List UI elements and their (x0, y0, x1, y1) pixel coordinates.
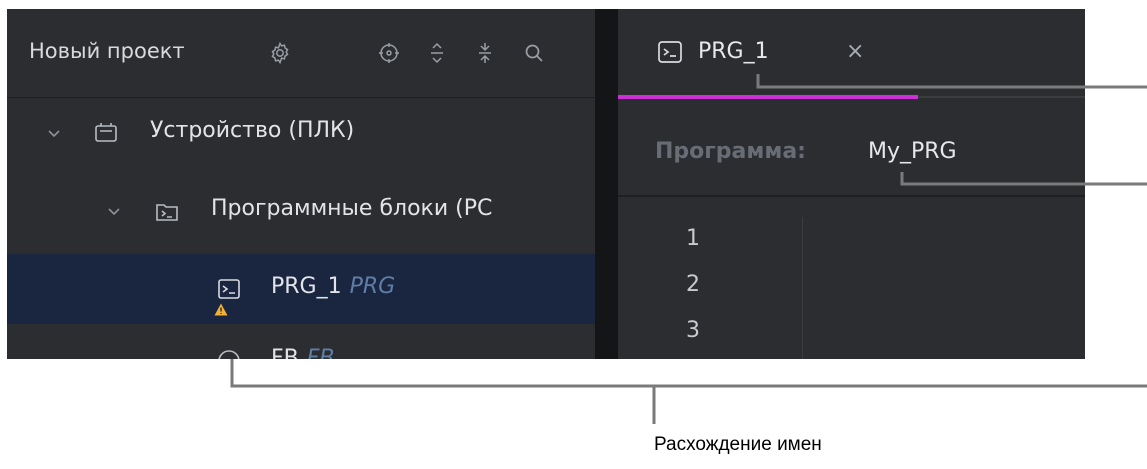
declaration-header: Программа: My_PRG (618, 99, 1085, 197)
line-number: 3 (686, 318, 700, 343)
tree-item-name: FB (271, 346, 299, 359)
tree-item-label: Устройство (ПЛК) (150, 118, 355, 143)
tree-item-device[interactable]: Устройство (ПЛК) (7, 98, 595, 168)
tree-item-label: Программные блоки (РС (211, 196, 493, 221)
chevron-down-icon[interactable] (45, 124, 63, 142)
search-icon[interactable] (522, 41, 546, 65)
callout-line-tree-item (230, 359, 1147, 388)
tab-bar: PRG_1 × (618, 9, 1085, 99)
line-number: 1 (686, 226, 700, 251)
tree-item-program-blocks[interactable]: Программные блоки (РС (7, 176, 595, 246)
tree-item-label: PRG_1 PRG (271, 274, 395, 299)
gutter-divider (802, 217, 803, 359)
line-number: 2 (686, 272, 700, 297)
project-title: Новый проект (29, 39, 185, 63)
close-icon[interactable]: × (846, 39, 864, 64)
panel-splitter[interactable] (595, 9, 618, 359)
gear-icon[interactable] (268, 41, 292, 65)
annotation-caption: Расхождение имен (654, 434, 822, 455)
program-name[interactable]: My_PRG (868, 139, 957, 164)
editor-panel: PRG_1 × Программа: My_PRG 1 2 3 (618, 9, 1085, 359)
tree-item-type: PRG (349, 274, 396, 299)
folder-terminal-icon (154, 198, 180, 224)
locate-icon[interactable] (377, 41, 401, 65)
tab-label: PRG_1 (698, 39, 769, 64)
tree-item-name: PRG_1 (271, 274, 342, 299)
chevron-down-icon[interactable] (105, 202, 123, 220)
collapse-icon[interactable] (473, 41, 497, 65)
terminal-icon (656, 38, 684, 66)
expand-icon[interactable] (425, 41, 449, 65)
tree-item-type: FB (306, 346, 335, 359)
tab-bar-divider (918, 96, 1085, 98)
code-area[interactable]: 1 2 3 (618, 197, 1085, 359)
device-icon (93, 120, 119, 146)
fb-icon (216, 348, 242, 359)
project-tree-panel: Новый проект Устройство (ПЛК) Программны… (7, 9, 595, 359)
tree-item-fb[interactable]: FB FB (7, 332, 595, 359)
terminal-icon (216, 276, 242, 302)
tree-item-label: FB FB (271, 346, 335, 359)
project-panel-header: Новый проект (7, 9, 595, 98)
declaration-keyword: Программа: (655, 139, 806, 164)
tree-item-prg-1[interactable]: PRG_1 PRG (7, 254, 595, 324)
warning-icon (214, 303, 228, 316)
